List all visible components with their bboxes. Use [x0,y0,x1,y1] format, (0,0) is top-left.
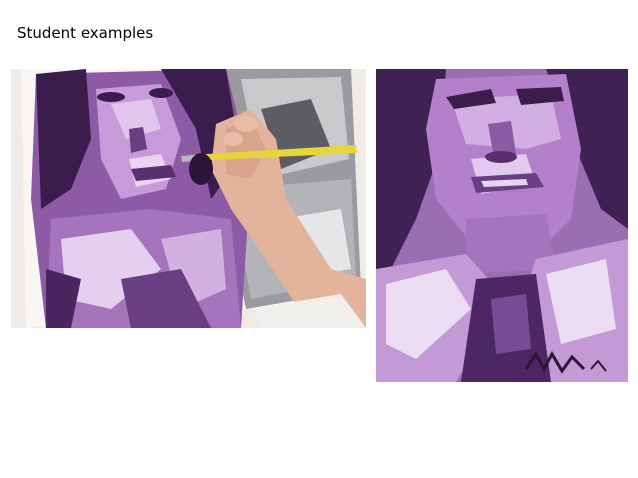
painting-in-progress-photo [11,69,366,328]
painting-in-progress-illustration [11,69,366,328]
slide-title: Student examples [17,24,154,42]
finished-portrait-painting-photo [376,69,628,382]
finished-portrait-illustration [376,69,628,382]
